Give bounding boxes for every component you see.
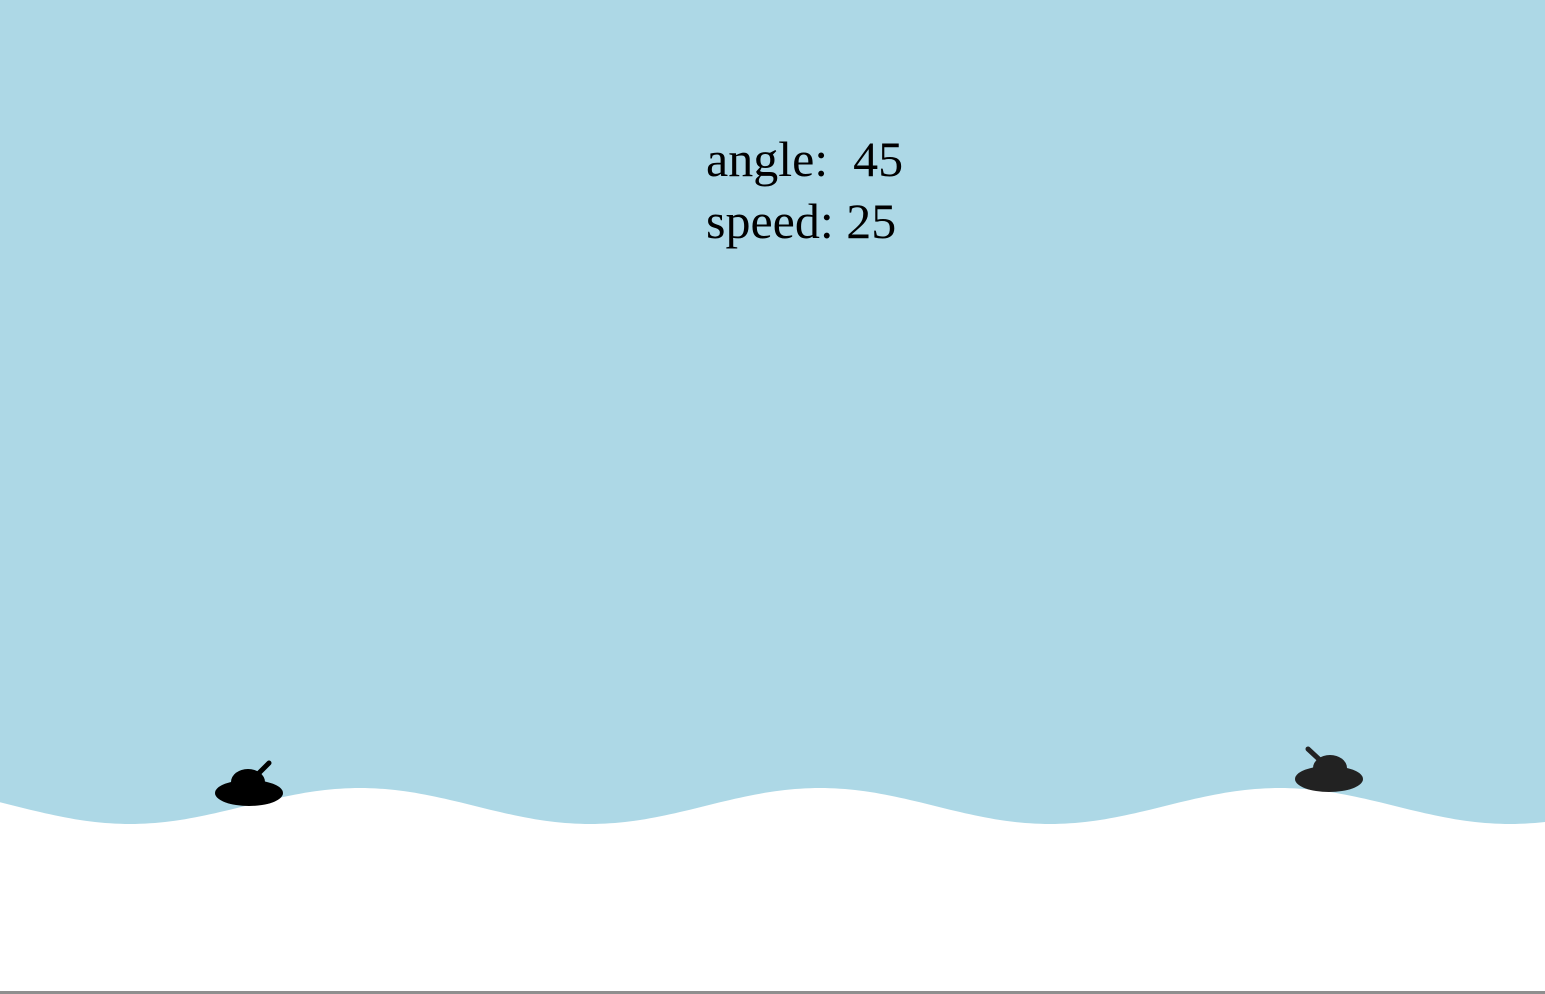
angle-readout: angle: 45 — [706, 128, 966, 190]
speed-readout: speed: 25 — [706, 190, 966, 252]
game-canvas[interactable]: angle: 45 speed: 25 — [0, 0, 1545, 994]
speed-value: 25 — [846, 193, 897, 249]
hud-panel: angle: 45 speed: 25 — [706, 128, 966, 252]
angle-label: angle: — [706, 131, 829, 187]
angle-value: 45 — [853, 131, 904, 187]
snow-terrain — [0, 788, 1545, 994]
speed-label: speed: — [706, 193, 834, 249]
